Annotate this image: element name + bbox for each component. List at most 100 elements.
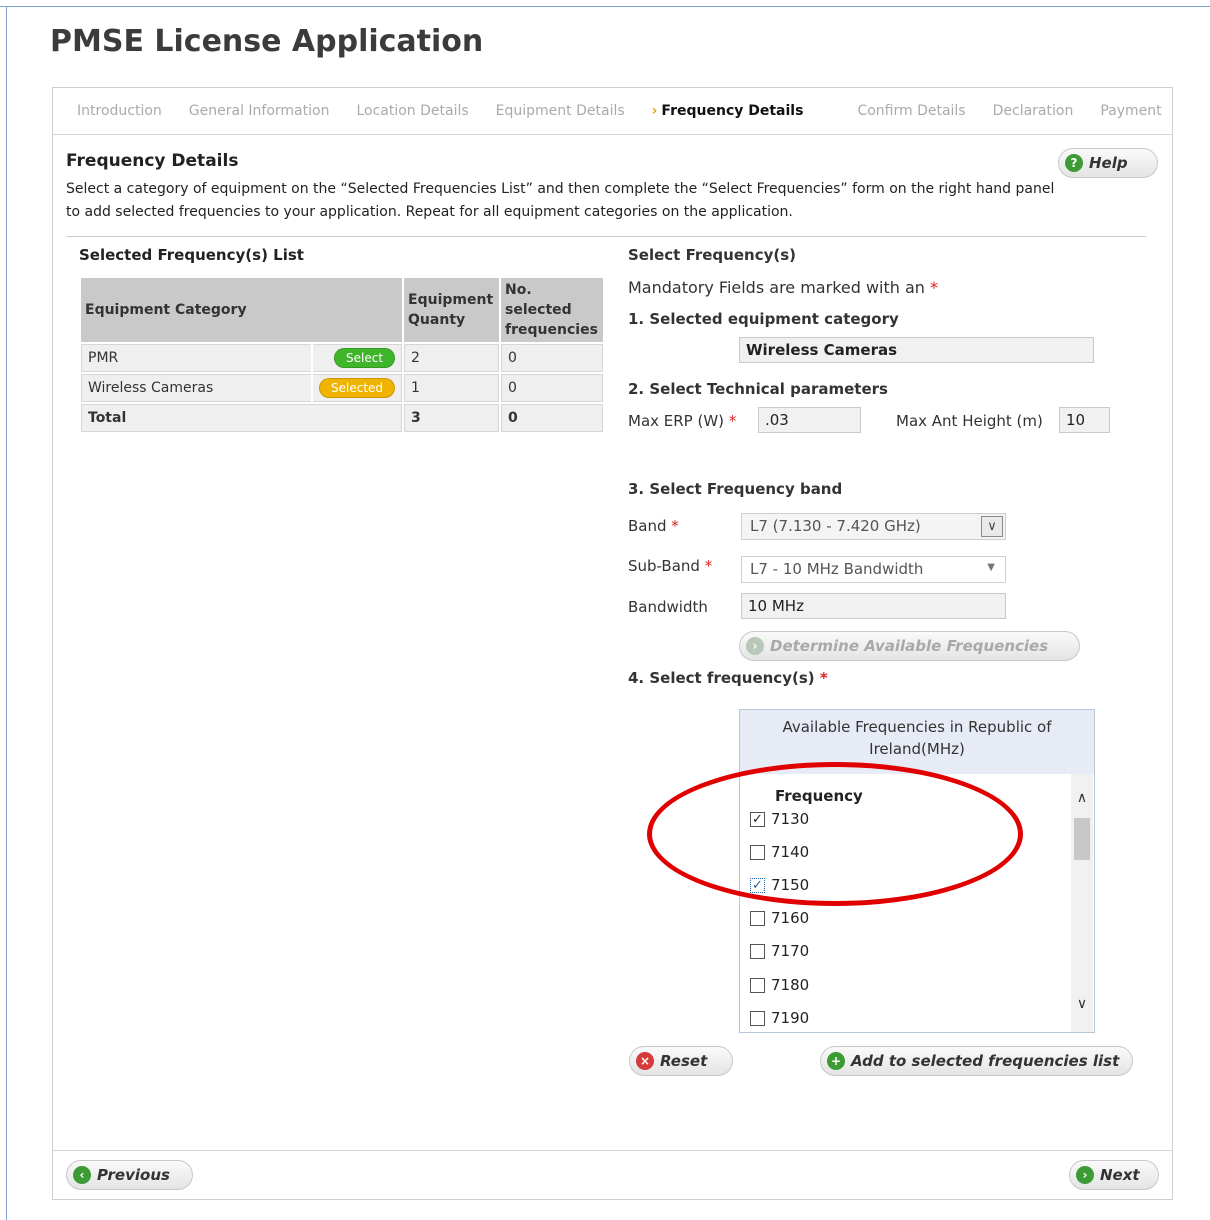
unchecked-checkbox[interactable] — [750, 844, 765, 860]
page-title: PMSE License Application — [50, 24, 484, 59]
checked-checkbox[interactable]: ✓ — [750, 811, 765, 827]
unchecked-checkbox[interactable] — [750, 1010, 765, 1026]
next-label: Next — [1100, 1166, 1140, 1184]
wizard-step-label: Frequency Details — [661, 103, 804, 119]
section-intro: Select a category of equipment on the “S… — [66, 181, 1055, 220]
section-divider — [66, 236, 1146, 237]
step2-label: 2. Select Technical parameters — [628, 380, 888, 398]
frequency-value: 7160 — [771, 909, 810, 927]
help-label: Help — [1089, 154, 1128, 172]
wizard-step-confirm-details[interactable]: Confirm Details — [857, 103, 965, 119]
subband-label-wrap: Sub-Band * — [628, 557, 712, 575]
required-asterisk: * — [728, 412, 737, 430]
list-item[interactable]: ✓ 7130 — [750, 809, 809, 829]
mandatory-text: Mandatory Fields are marked with an — [628, 278, 925, 297]
wizard-steps: Introduction General Information Locatio… — [53, 88, 1172, 135]
list-item[interactable]: 7170 — [750, 941, 809, 961]
frequency-value: 7150 — [771, 876, 810, 894]
list-item[interactable]: ✓ 7150 — [750, 875, 809, 895]
checked-checkbox[interactable]: ✓ — [750, 877, 765, 893]
wizard-step-payment[interactable]: Payment — [1100, 103, 1161, 119]
subband-label: Sub-Band — [628, 557, 700, 575]
frequency-list[interactable]: Frequency ✓ 7130 7140 ✓ 7150 7160 7170 718… — [740, 774, 1070, 1032]
max-ant-height-label: Max Ant Height (m) — [896, 412, 1043, 430]
wizard-step-declaration[interactable]: Declaration — [993, 103, 1074, 119]
step1-label: 1. Selected equipment category — [628, 310, 899, 328]
max-erp-label-wrap: Max ERP (W) * — [628, 412, 736, 430]
table-header-row: Equipment Category Equipment Quanty No. … — [81, 278, 604, 342]
wizard-step-introduction[interactable]: Introduction — [77, 103, 162, 119]
row-action-cell: Select — [313, 344, 403, 372]
total-selected: 0 — [501, 404, 604, 432]
required-asterisk: * — [704, 557, 713, 575]
row-selected-count: 0 — [501, 344, 604, 372]
wizard-step-location-details[interactable]: Location Details — [356, 103, 468, 119]
total-quantity: 3 — [404, 404, 500, 432]
table-row: Wireless Cameras Selected 1 0 — [81, 374, 604, 402]
determine-frequencies-button[interactable]: › Determine Available Frequencies — [739, 631, 1080, 661]
chevron-down-icon[interactable]: ∨ — [1071, 996, 1093, 1014]
step4-label: 4. Select frequency(s) — [628, 669, 815, 687]
select-button[interactable]: Select — [334, 348, 396, 368]
wizard-step-equipment-details[interactable]: Equipment Details — [496, 103, 625, 119]
step3-label: 3. Select Frequency band — [628, 480, 843, 498]
previous-button[interactable]: ‹ Previous — [66, 1160, 193, 1190]
chevron-down-icon[interactable]: ∨ — [981, 516, 1003, 537]
determine-label: Determine Available Frequencies — [770, 637, 1049, 655]
next-button[interactable]: › Next — [1069, 1160, 1159, 1190]
unchecked-checkbox[interactable] — [750, 977, 765, 993]
band-label-wrap: Band * — [628, 517, 679, 535]
available-frequencies-box: Available Frequencies in Republic of Ire… — [739, 709, 1095, 1033]
bandwidth-field: 10 MHz — [741, 593, 1006, 619]
frequency-value: 7130 — [771, 810, 810, 828]
frequency-value: 7180 — [771, 976, 810, 994]
band-select[interactable]: L7 (7.130 - 7.420 GHz) ∨ — [741, 513, 1006, 540]
frequency-scrollbar[interactable]: ∧ ∨ — [1071, 774, 1093, 1032]
selected-button[interactable]: Selected — [319, 378, 396, 398]
frequency-column-title: Frequency — [775, 787, 863, 805]
previous-label: Previous — [97, 1166, 170, 1184]
max-ant-height-input[interactable]: 10 — [1059, 407, 1110, 433]
selected-list-title: Selected Frequency(s) List — [79, 246, 304, 264]
plus-circle-icon: + — [827, 1052, 845, 1070]
row-selected-count: 0 — [501, 374, 604, 402]
step4-label-wrap: 4. Select frequency(s) * — [628, 669, 828, 687]
wizard-step-general-information[interactable]: General Information — [189, 103, 330, 119]
header-selected-frequencies: No. selected frequencies — [501, 278, 604, 342]
required-asterisk: * — [671, 517, 679, 535]
mandatory-note: Mandatory Fields are marked with an * — [628, 278, 938, 297]
unchecked-checkbox[interactable] — [750, 943, 765, 959]
frequency-value: 7170 — [771, 942, 810, 960]
arrow-left-circle-icon: ‹ — [73, 1166, 91, 1184]
reset-button[interactable]: × Reset — [629, 1046, 733, 1076]
frequency-value: 7140 — [771, 843, 810, 861]
list-item[interactable]: 7140 — [750, 842, 809, 862]
row-action-cell: Selected — [313, 374, 403, 402]
add-to-list-button[interactable]: + Add to selected frequencies list — [820, 1046, 1133, 1076]
selected-category-field: Wireless Cameras — [739, 337, 1094, 363]
list-item[interactable]: 7180 — [750, 975, 809, 995]
frequency-value: 7190 — [771, 1009, 810, 1027]
band-select-value: L7 (7.130 - 7.420 GHz) — [750, 517, 921, 535]
window-left-border — [6, 6, 7, 1220]
chevron-up-icon[interactable]: ∧ — [1071, 790, 1093, 808]
scrollbar-thumb[interactable] — [1074, 818, 1090, 860]
table-row: PMR Select 2 0 — [81, 344, 604, 372]
wizard-step-frequency-details[interactable]: › Frequency Details — [652, 103, 831, 119]
max-erp-input[interactable]: .03 — [758, 407, 861, 433]
help-button[interactable]: ? Help — [1058, 148, 1158, 178]
close-circle-icon: × — [636, 1052, 654, 1070]
total-label: Total — [81, 404, 403, 432]
list-item[interactable]: 7190 — [750, 1008, 809, 1028]
select-form-title: Select Frequency(s) — [628, 246, 797, 264]
required-asterisk: * — [930, 278, 939, 297]
max-erp-label: Max ERP (W) — [628, 412, 725, 430]
subband-select[interactable]: L7 - 10 MHz Bandwidth ▼ — [741, 556, 1006, 583]
unchecked-checkbox[interactable] — [750, 910, 765, 926]
window-top-border — [0, 6, 1210, 7]
available-frequencies-header: Available Frequencies in Republic of Ire… — [740, 710, 1094, 774]
caret-down-icon: ▼ — [987, 562, 995, 573]
current-step-arrow-icon: › — [651, 103, 658, 119]
list-item[interactable]: 7160 — [750, 908, 809, 928]
bandwidth-label: Bandwidth — [628, 598, 708, 616]
